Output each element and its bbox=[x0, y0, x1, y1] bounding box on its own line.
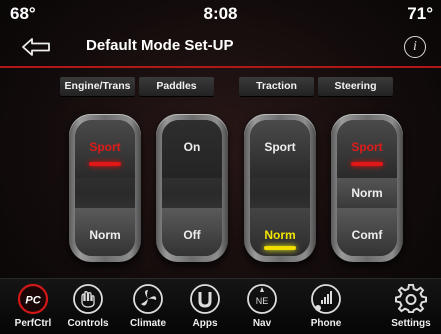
info-icon[interactable]: i bbox=[404, 36, 426, 58]
option-on[interactable]: On bbox=[162, 140, 222, 154]
apps-icon bbox=[190, 284, 220, 314]
option-off[interactable]: Off bbox=[162, 228, 222, 242]
climate-icon bbox=[133, 284, 163, 314]
nav-label: Apps bbox=[192, 318, 218, 329]
option-sport[interactable]: Sport bbox=[250, 140, 310, 154]
option-sport[interactable]: Sport bbox=[75, 140, 135, 154]
back-arrow-icon[interactable] bbox=[20, 34, 54, 60]
gear-icon bbox=[395, 283, 427, 314]
engine-trans-toggle[interactable]: Sport Norm bbox=[69, 114, 141, 262]
toggle-face: Sport Norm bbox=[75, 120, 135, 256]
compass-glyph: NE bbox=[256, 296, 269, 306]
traction-toggle[interactable]: Sport Norm bbox=[244, 114, 316, 262]
nav-label: Nav bbox=[252, 318, 272, 329]
compass-icon: NE bbox=[247, 284, 277, 314]
option-sport[interactable]: Sport bbox=[337, 140, 397, 154]
selected-indicator bbox=[89, 162, 121, 166]
screen: 68° 8:08 71° Default Mode Set-UP i Engin… bbox=[0, 0, 441, 334]
selected-indicator bbox=[351, 162, 383, 166]
nav-apps[interactable]: Apps bbox=[175, 283, 235, 329]
temp-right[interactable]: 71° bbox=[407, 4, 433, 24]
steering-toggle[interactable]: Sport Norm Comf bbox=[331, 114, 403, 262]
phone-icon bbox=[311, 284, 341, 314]
toggle-face: On Off bbox=[162, 120, 222, 256]
tab-paddles: Paddles bbox=[139, 77, 214, 96]
nav-nav[interactable]: NE Nav bbox=[232, 283, 292, 329]
nav-settings[interactable]: Settings bbox=[381, 283, 441, 329]
nav-climate[interactable]: Climate bbox=[118, 283, 178, 329]
option-norm[interactable]: Norm bbox=[75, 228, 135, 242]
page-title: Default Mode Set-UP bbox=[86, 37, 234, 54]
tab-engine-trans: Engine/Trans bbox=[60, 77, 135, 96]
title-bar: Default Mode Set-UP i bbox=[0, 28, 441, 66]
option-norm[interactable]: Norm bbox=[250, 228, 310, 242]
controls-icon bbox=[73, 284, 103, 314]
nav-controls[interactable]: Controls bbox=[58, 283, 118, 329]
perf-control-icon: PC bbox=[17, 283, 49, 315]
option-comf[interactable]: Comf bbox=[337, 228, 397, 242]
nav-phone[interactable]: Phone bbox=[296, 283, 356, 329]
status-bar: 68° 8:08 71° bbox=[0, 0, 441, 28]
clock: 8:08 bbox=[203, 4, 238, 23]
option-norm[interactable]: Norm bbox=[337, 186, 397, 200]
selected-indicator bbox=[264, 246, 296, 250]
nav-label: PerfCtrl bbox=[14, 318, 52, 329]
tab-traction: Traction bbox=[239, 77, 314, 96]
tab-steering: Steering bbox=[318, 77, 393, 96]
toggle-face: Sport Norm Comf bbox=[337, 120, 397, 256]
nav-label: Climate bbox=[129, 318, 167, 329]
toggle-face: Sport Norm bbox=[250, 120, 310, 256]
paddles-toggle[interactable]: On Off bbox=[156, 114, 228, 262]
nav-label: Settings bbox=[391, 318, 431, 329]
header-divider bbox=[0, 66, 441, 68]
nav-label: Controls bbox=[67, 318, 109, 329]
nav-perfctrl[interactable]: PC PerfCtrl bbox=[3, 283, 63, 329]
bottom-nav: PC PerfCtrl Controls Climate Apps NE Nav… bbox=[0, 278, 441, 334]
perf-control-glyph: PC bbox=[25, 295, 41, 307]
nav-label: Phone bbox=[310, 318, 342, 329]
